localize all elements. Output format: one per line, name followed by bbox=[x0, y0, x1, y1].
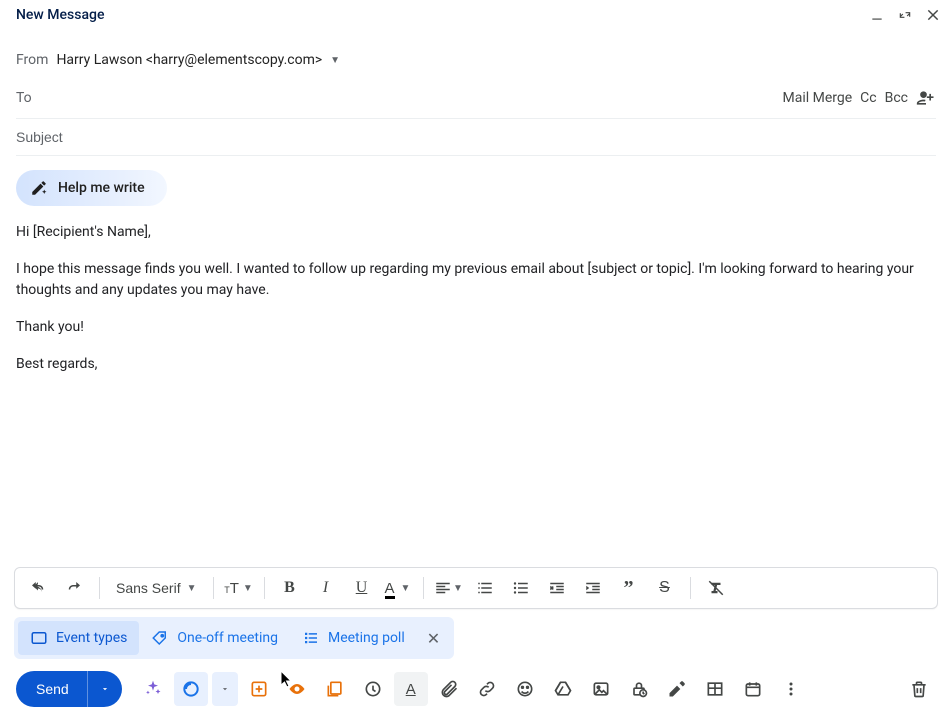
chip-event-types[interactable]: Event types bbox=[18, 621, 139, 655]
from-value[interactable]: Harry Lawson <harry@elementscopy.com> ▼ bbox=[56, 52, 340, 68]
calendly-icon[interactable] bbox=[174, 672, 208, 706]
tag-icon bbox=[151, 629, 169, 647]
contacts-icon[interactable] bbox=[916, 88, 936, 108]
indent-less-button[interactable] bbox=[540, 572, 574, 604]
strikethrough-button[interactable]: S bbox=[648, 572, 682, 604]
text-format-toggle[interactable]: A bbox=[394, 672, 428, 706]
text-color-button[interactable]: A▼ bbox=[381, 572, 415, 604]
message-body[interactable]: Hi [Recipient's Name], I hope this messa… bbox=[0, 218, 952, 567]
font-family-label: Sans Serif bbox=[116, 580, 181, 596]
bold-button[interactable]: B bbox=[273, 572, 307, 604]
align-button[interactable]: ▼ bbox=[432, 572, 466, 604]
signature-icon[interactable] bbox=[660, 672, 694, 706]
drive-icon[interactable] bbox=[546, 672, 580, 706]
bcc-button[interactable]: Bcc bbox=[885, 90, 908, 106]
chip-label: One-off meeting bbox=[177, 630, 278, 646]
chevron-down-icon bbox=[100, 684, 110, 694]
add-box-icon[interactable] bbox=[242, 672, 276, 706]
cc-button[interactable]: Cc bbox=[860, 90, 876, 106]
body-line: Thank you! bbox=[16, 317, 936, 338]
chevron-down-icon: ▼ bbox=[187, 583, 197, 594]
help-me-write-button[interactable]: Help me write bbox=[16, 170, 167, 206]
chip-label: Meeting poll bbox=[328, 630, 405, 646]
remove-formatting-button[interactable] bbox=[699, 572, 733, 604]
from-address: Harry Lawson <harry@elementscopy.com> bbox=[56, 52, 322, 68]
formatting-toolbar: Sans Serif ▼ TT▼ B I U A▼ ▼ ” S bbox=[14, 567, 938, 609]
link-icon[interactable] bbox=[470, 672, 504, 706]
attach-icon[interactable] bbox=[432, 672, 466, 706]
poll-icon bbox=[302, 629, 320, 647]
calendly-dropdown[interactable] bbox=[212, 672, 238, 706]
from-label: From bbox=[16, 52, 48, 68]
help-me-write-label: Help me write bbox=[58, 180, 145, 196]
chip-label: Event types bbox=[56, 630, 127, 646]
window-title: New Message bbox=[16, 7, 868, 23]
image-icon[interactable] bbox=[584, 672, 618, 706]
redo-button[interactable] bbox=[57, 572, 91, 604]
pencil-sparkle-icon bbox=[30, 179, 48, 197]
to-label[interactable]: To bbox=[16, 90, 32, 106]
body-line: Best regards, bbox=[16, 354, 936, 375]
eye-icon[interactable] bbox=[280, 672, 314, 706]
chips-close-button[interactable]: ✕ bbox=[417, 629, 450, 648]
calendar-chips: Event types One-off meeting Meeting poll… bbox=[14, 617, 454, 659]
body-line: Hi [Recipient's Name], bbox=[16, 222, 936, 243]
numbered-list-button[interactable] bbox=[468, 572, 502, 604]
subject-input[interactable] bbox=[16, 129, 936, 145]
calendar-icon[interactable] bbox=[736, 672, 770, 706]
send-button[interactable]: Send bbox=[16, 671, 87, 707]
emoji-icon[interactable] bbox=[508, 672, 542, 706]
chip-meeting-poll[interactable]: Meeting poll bbox=[290, 621, 417, 655]
undo-button[interactable] bbox=[21, 572, 55, 604]
indent-more-button[interactable] bbox=[576, 572, 610, 604]
table-icon[interactable] bbox=[698, 672, 732, 706]
font-family-select[interactable]: Sans Serif ▼ bbox=[108, 580, 205, 596]
chip-one-off-meeting[interactable]: One-off meeting bbox=[139, 621, 290, 655]
font-size-button[interactable]: TT▼ bbox=[222, 572, 256, 604]
close-icon[interactable] bbox=[924, 6, 942, 24]
clock-icon[interactable] bbox=[356, 672, 390, 706]
sparkle-icon[interactable] bbox=[136, 672, 170, 706]
send-options-button[interactable] bbox=[87, 671, 122, 707]
chevron-down-icon: ▼ bbox=[330, 55, 340, 66]
italic-button[interactable]: I bbox=[309, 572, 343, 604]
more-options-button[interactable] bbox=[774, 672, 808, 706]
mail-merge-button[interactable]: Mail Merge bbox=[782, 90, 852, 106]
expand-icon[interactable] bbox=[896, 6, 914, 24]
body-line: I hope this message finds you well. I wa… bbox=[16, 259, 936, 301]
quote-button[interactable]: ” bbox=[612, 572, 646, 604]
template-stack-icon[interactable] bbox=[318, 672, 352, 706]
calendar-list-icon bbox=[30, 629, 48, 647]
discard-draft-button[interactable] bbox=[902, 672, 936, 706]
bulleted-list-button[interactable] bbox=[504, 572, 538, 604]
compose-action-bar: Send A bbox=[0, 667, 952, 721]
minimize-icon[interactable] bbox=[868, 6, 886, 24]
confidential-icon[interactable] bbox=[622, 672, 656, 706]
underline-button[interactable]: U bbox=[345, 572, 379, 604]
